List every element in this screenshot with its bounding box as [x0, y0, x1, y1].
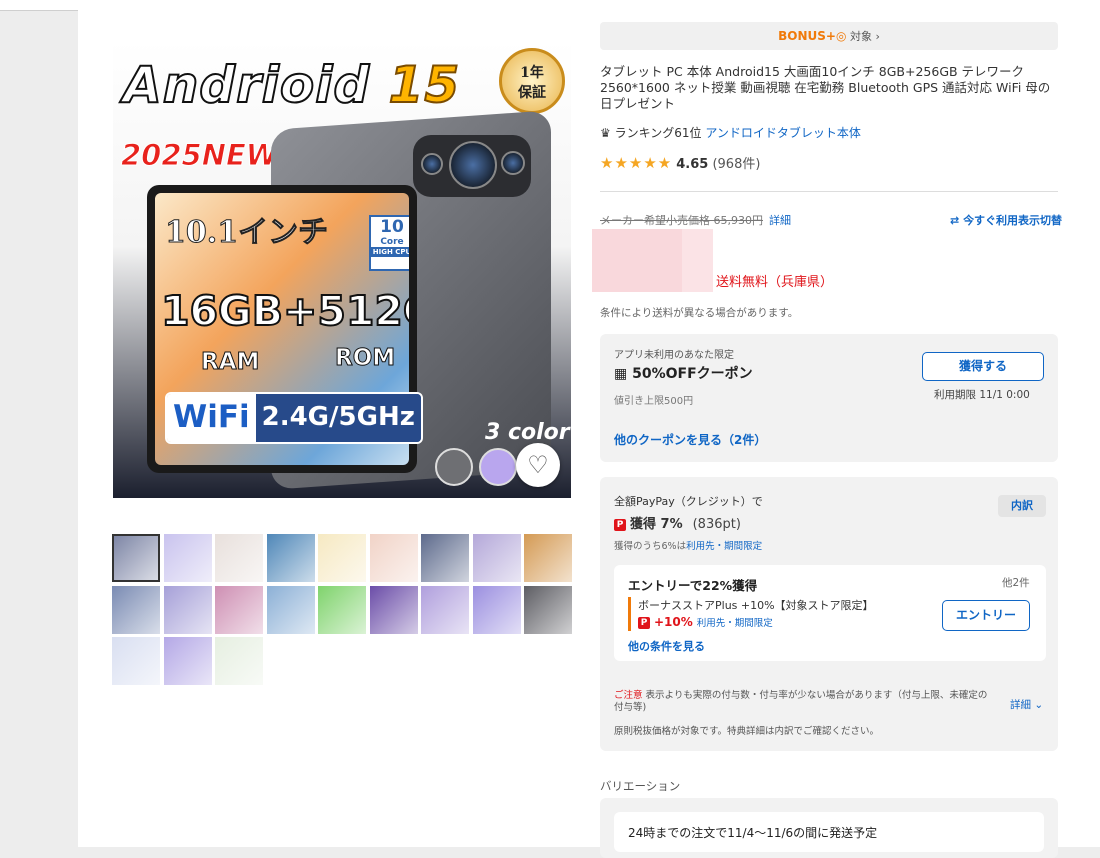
- caution-text: ご注意 表示よりも実際の付与数・付与率が少ない場合があります（付与上限、未確定の…: [614, 690, 988, 713]
- tax-note: 原則税抜価格が対象です。特典詳細は内訳でご確認ください。: [614, 726, 880, 737]
- color-swatch-purple: [479, 448, 517, 486]
- bonus-coin-icon: ◎: [835, 29, 847, 43]
- wifi-banner: WiFi 2.4G/5GHz: [165, 392, 423, 444]
- ranking-row: ♛ ランキング61位 アンドロイドタブレット本体: [600, 126, 861, 140]
- image-android-title: Andrioid 15: [122, 55, 461, 115]
- entry-limited-link[interactable]: 利用先・期間限定: [697, 618, 773, 629]
- paypay-icon: P: [614, 518, 626, 531]
- favorite-heart-button[interactable]: ♡: [516, 443, 560, 487]
- entry-other-count: 他2件: [1002, 577, 1030, 589]
- review-count: (968件): [712, 157, 761, 172]
- color-swatch-gray: [435, 448, 473, 486]
- variation-box: 24時までの注文で11/4〜11/6の間に発送予定: [600, 798, 1058, 858]
- other-conditions-link[interactable]: 他の条件を見る: [628, 638, 705, 654]
- chevron-down-icon: ⌄: [1034, 699, 1044, 711]
- thumbnail-9[interactable]: [524, 534, 572, 582]
- core-badge: 10 Core HIGH CPU: [369, 215, 409, 271]
- thumbnail-11[interactable]: [163, 585, 212, 634]
- ram-label: RAM: [200, 349, 260, 376]
- main-product-image[interactable]: Andrioid 15 2025NEW! 1年 保証 10.1インチ 10 Cor…: [113, 40, 571, 498]
- more-coupons-link[interactable]: 他のクーポンを見る（2件）: [614, 431, 766, 448]
- shipping-note: 条件により送料が異なる場合があります。: [600, 307, 799, 319]
- thumbnail-7[interactable]: [421, 534, 469, 582]
- thumbnail-15[interactable]: [369, 585, 418, 634]
- coupon-expiry: 利用期限 11/1 0:00: [934, 389, 1030, 401]
- ranking-category-link[interactable]: アンドロイドタブレット本体: [705, 126, 861, 140]
- thumbnail-18[interactable]: [524, 585, 572, 634]
- thumbnail-8[interactable]: [472, 534, 521, 582]
- paypay-icon: P: [638, 616, 650, 629]
- paypay-full-text: 全額PayPay（クレジット）で: [614, 495, 763, 508]
- delivery-estimate: 24時までの注文で11/4〜11/6の間に発送予定: [614, 812, 1044, 852]
- coupon-name: ▦ 50%OFFクーポン: [614, 366, 753, 382]
- thumbnail-21[interactable]: [215, 637, 263, 685]
- coupon-box: アプリ未利用のあなた限定 ▦ 50%OFFクーポン 値引き上限500円 獲得する…: [600, 334, 1058, 462]
- get-coupon-button[interactable]: 獲得する: [922, 352, 1044, 381]
- rom-label: ROM: [334, 345, 396, 372]
- rating-value: 4.65: [676, 157, 709, 172]
- star-rating-icon: ★★★★★: [600, 154, 673, 172]
- rating-row[interactable]: ★★★★★ 4.65 (968件): [600, 153, 760, 172]
- crown-icon: ♛: [600, 126, 611, 140]
- thumbnail-12[interactable]: [215, 585, 263, 634]
- entry-plus-rate: P +10% 利用先・期間限定: [638, 615, 773, 629]
- thumbnail-17[interactable]: [472, 585, 521, 634]
- thumbnail-6[interactable]: [369, 534, 418, 582]
- paypay-gain: P 獲得 7% (836pt): [614, 513, 741, 532]
- thumbnail-16[interactable]: [421, 585, 469, 634]
- entry-card: エントリーで22%獲得 他2件 ボーナスストアPlus +10%【対象ストア限定…: [614, 565, 1046, 661]
- thumbnail-gallery: [112, 534, 574, 685]
- breakdown-button[interactable]: 内訳: [998, 495, 1046, 517]
- screen-size-text: 10.1インチ: [164, 215, 329, 251]
- entry-button[interactable]: エントリー: [942, 600, 1030, 631]
- chevron-right-icon: ›: [875, 30, 880, 43]
- paypay-points-box: 全額PayPay（クレジット）で P 獲得 7% (836pt) 獲得のうち6%は利…: [600, 477, 1058, 751]
- list-price-detail-link[interactable]: 詳細: [769, 214, 791, 227]
- divider: [600, 191, 1058, 192]
- coupon-icon: ▦: [614, 366, 628, 382]
- caution-detail-link[interactable]: 詳細 ⌄: [1010, 697, 1043, 712]
- coupon-cap: 値引き上限500円: [614, 396, 694, 407]
- thumbnail-10[interactable]: [112, 585, 160, 634]
- coupon-limit-text: アプリ未利用のあなた限定: [614, 350, 734, 361]
- thumbnail-19[interactable]: [112, 637, 160, 685]
- entry-store-text: ボーナスストアPlus +10%【対象ストア限定】: [638, 599, 874, 612]
- warranty-badge: 1年 保証: [499, 48, 565, 114]
- entry-accent-bar: [628, 597, 631, 631]
- thumbnail-13[interactable]: [266, 585, 315, 634]
- color-count-text: 3 color: [485, 420, 570, 445]
- image-new-label: 2025NEW!: [120, 138, 292, 173]
- paypay-sub-text: 獲得のうち6%は利用先・期間限定: [614, 541, 763, 552]
- bonus-plus-banner[interactable]: BONUS+◎ 対象 ›: [600, 22, 1058, 50]
- thumbnail-2[interactable]: [163, 534, 212, 582]
- variation-label: バリエーション: [600, 779, 681, 793]
- camera-module: [413, 135, 531, 197]
- paypay-limited-link[interactable]: 利用先・期間限定: [686, 541, 762, 552]
- thumbnail-3[interactable]: [215, 534, 263, 582]
- thumbnail-20[interactable]: [163, 637, 212, 685]
- switch-icon: ⇄: [950, 214, 960, 227]
- list-price-row: メーカー希望小売価格 65,930円 詳細: [600, 214, 791, 227]
- thumbnail-1[interactable]: [112, 534, 160, 582]
- thumbnail-14[interactable]: [318, 585, 366, 634]
- memory-text: 16GB+512GB: [160, 286, 409, 336]
- thumbnail-4[interactable]: [266, 534, 315, 582]
- product-title: タブレット PC 本体 Android15 大画面10インチ 8GB+256GB…: [600, 64, 1051, 111]
- price-redacted-box: [592, 229, 713, 292]
- display-switch-link[interactable]: ⇄ 今すぐ利用表示切替: [950, 212, 1062, 228]
- entry-title: エントリーで22%獲得: [628, 578, 758, 593]
- thumbnail-5[interactable]: [318, 534, 366, 582]
- shipping-text: 送料無料（兵庫県）: [716, 275, 834, 290]
